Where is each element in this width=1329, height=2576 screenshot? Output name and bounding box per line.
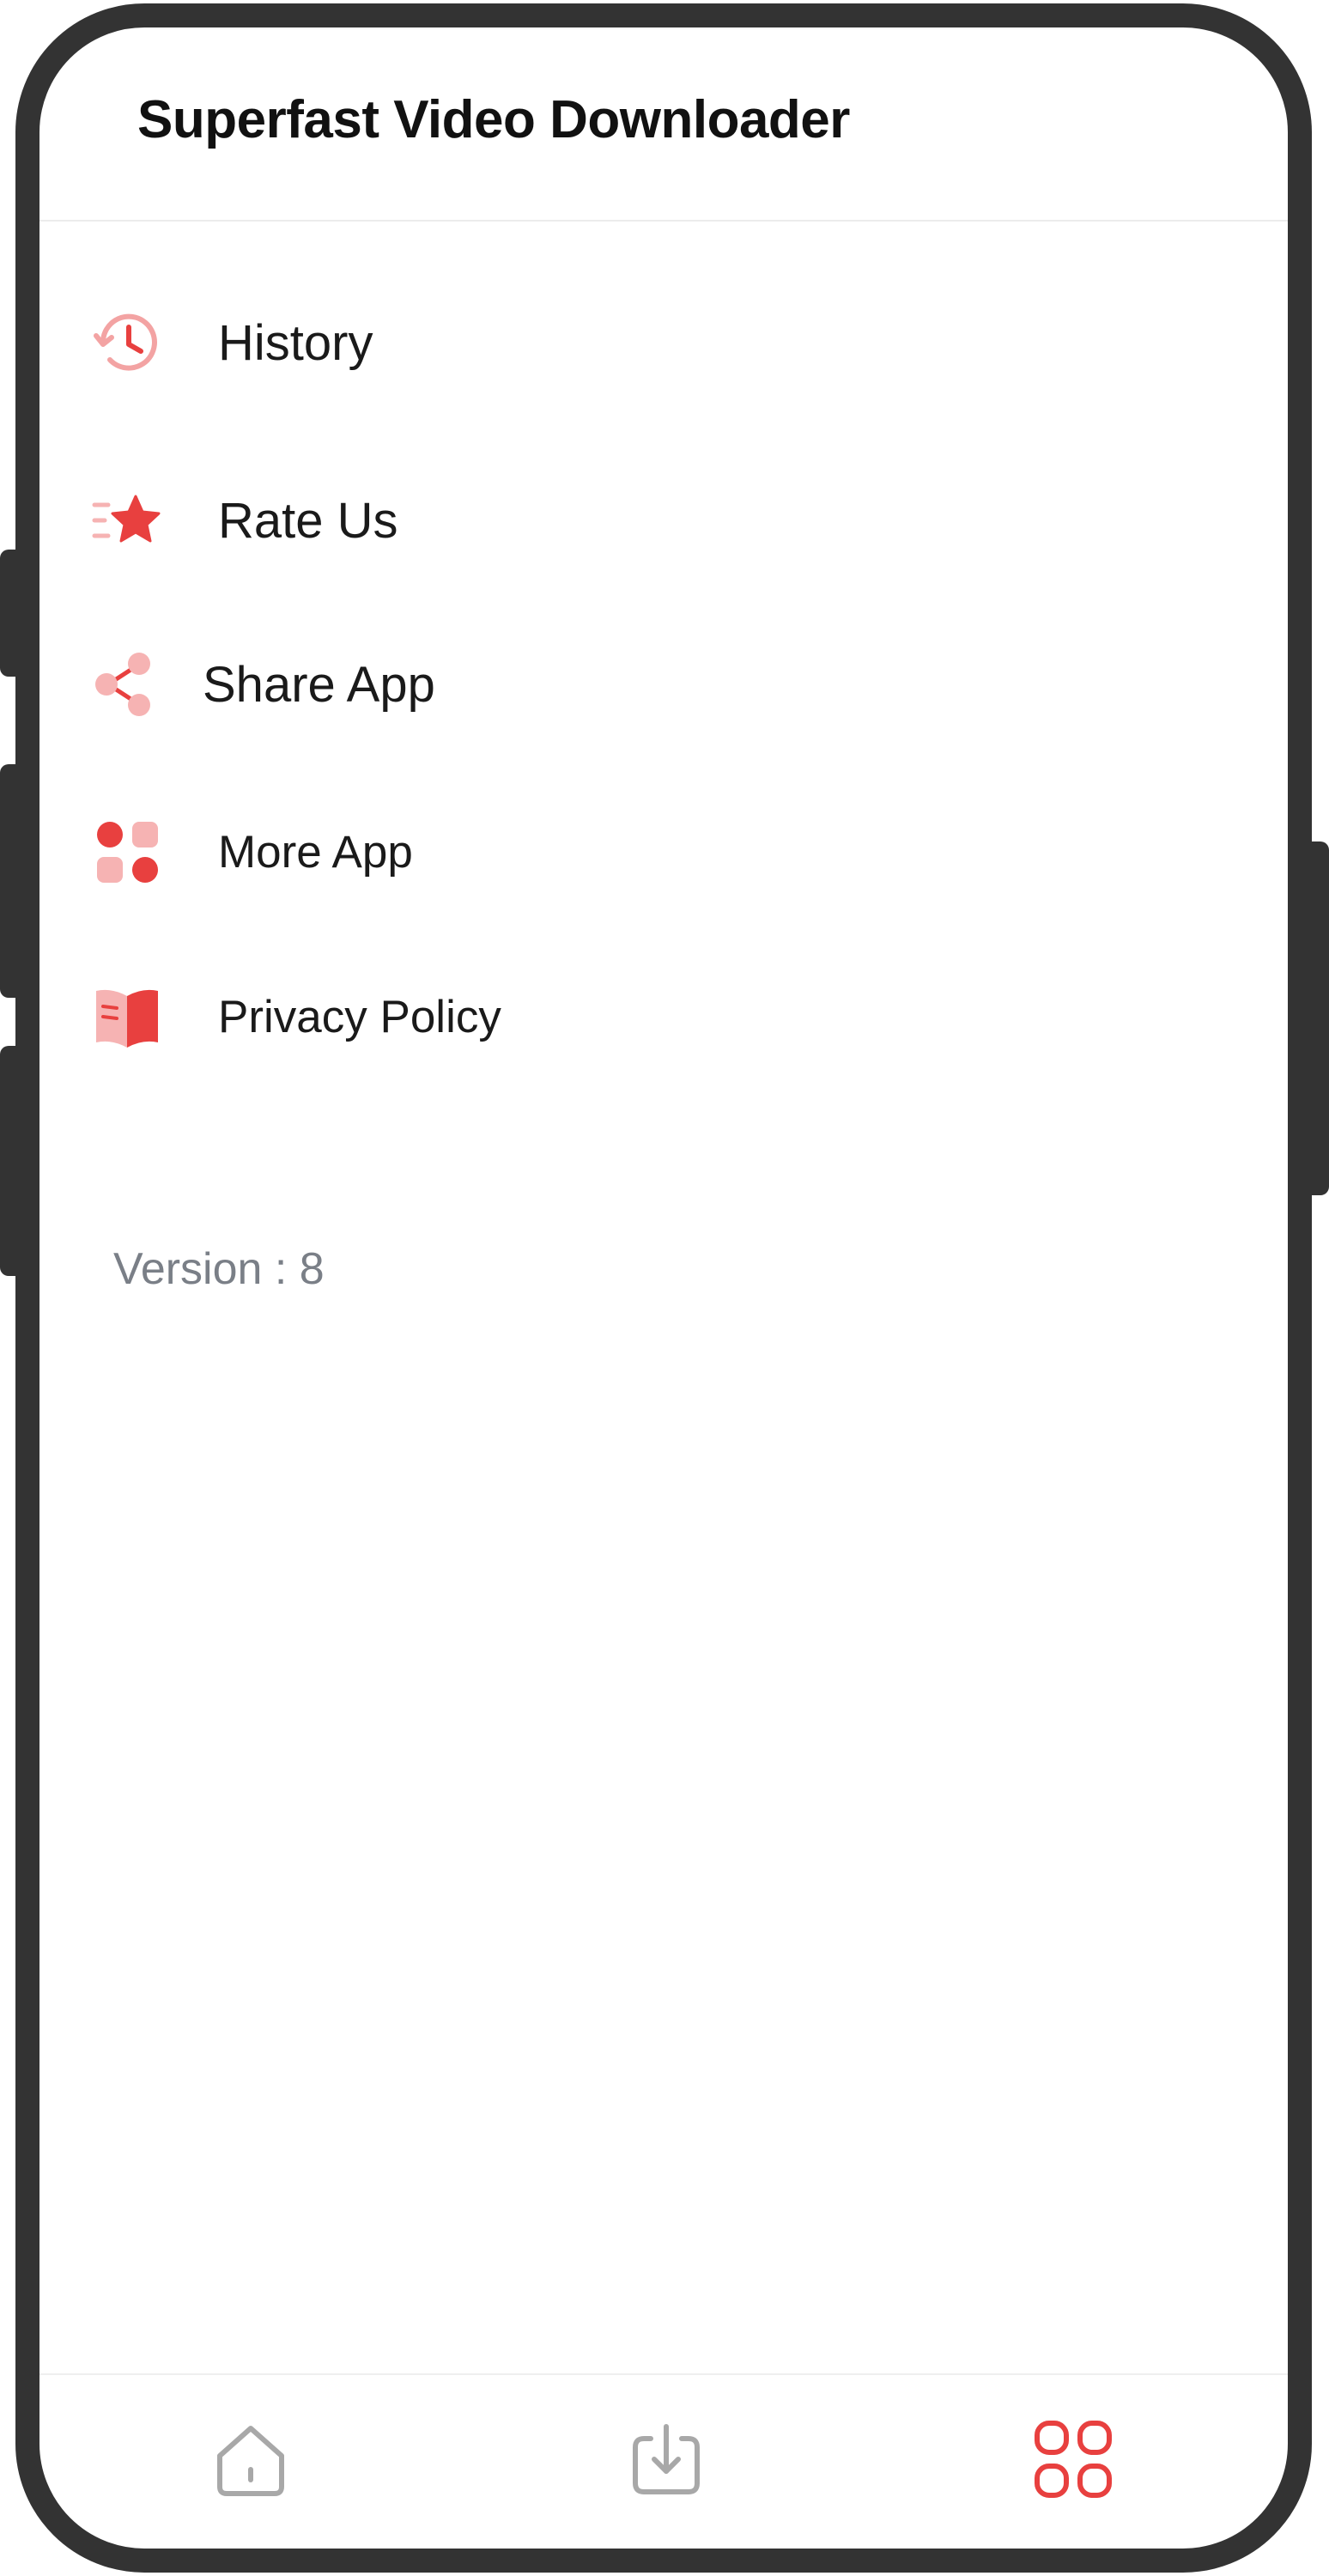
app-header: Superfast Video Downloader <box>39 27 1288 222</box>
menu-item-label: More App <box>218 826 413 878</box>
grid-icon <box>1032 2418 1114 2505</box>
menu-item-label: Privacy Policy <box>218 991 501 1042</box>
menu-item-more-app[interactable]: More App <box>91 800 413 903</box>
menu-item-share-app[interactable]: Share App <box>91 633 435 736</box>
menu-item-rate-us[interactable]: Rate Us <box>91 469 398 572</box>
download-icon <box>625 2418 707 2505</box>
menu-item-label: History <box>218 314 373 371</box>
menu-item-history[interactable]: History <box>91 291 373 394</box>
share-icon <box>91 648 163 720</box>
history-icon <box>91 307 163 379</box>
grid-apps-icon <box>91 816 163 888</box>
phone-frame: Superfast Video Downloader History Rate … <box>15 3 1312 2573</box>
star-icon <box>91 484 163 556</box>
device-stage: Superfast Video Downloader History Rate … <box>0 0 1329 2576</box>
nav-downloads-button[interactable] <box>625 2420 707 2502</box>
app-screen: Superfast Video Downloader History Rate … <box>39 27 1288 2549</box>
bottom-nav <box>39 2373 1288 2549</box>
nav-more-button[interactable] <box>1032 2420 1114 2502</box>
home-icon <box>209 2418 292 2505</box>
app-title: Superfast Video Downloader <box>137 90 850 149</box>
menu-item-label: Share App <box>203 656 435 713</box>
nav-home-button[interactable] <box>209 2420 292 2502</box>
menu-item-label: Rate Us <box>218 492 398 549</box>
version-label: Version : 8 <box>113 1244 325 1294</box>
book-icon <box>91 981 163 1053</box>
menu-item-privacy-policy[interactable]: Privacy Policy <box>91 965 501 1068</box>
